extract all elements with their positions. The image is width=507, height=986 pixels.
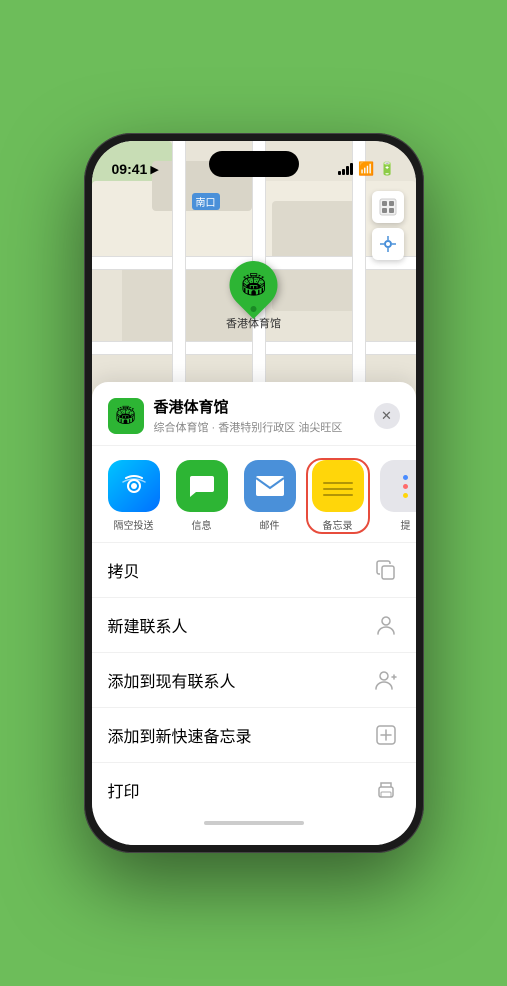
airdrop-icon bbox=[108, 460, 160, 512]
messages-icon bbox=[176, 460, 228, 512]
action-row-new-contact[interactable]: 新建联系人 bbox=[92, 598, 416, 653]
stadium-icon: 🏟 bbox=[114, 405, 137, 426]
new-contact-label: 新建联系人 bbox=[108, 613, 188, 637]
location-subtitle: 综合体育馆 · 香港特别行政区 油尖旺区 bbox=[154, 419, 374, 435]
location-arrow-icon: ▶ bbox=[150, 163, 158, 176]
add-existing-contact-icon bbox=[372, 666, 400, 694]
home-indicator bbox=[204, 821, 304, 825]
new-contact-icon bbox=[372, 611, 400, 639]
print-icon bbox=[372, 776, 400, 804]
dynamic-island bbox=[209, 151, 299, 177]
action-row-print[interactable]: 打印 bbox=[92, 763, 416, 817]
more-label: 提 bbox=[401, 517, 411, 532]
add-note-icon bbox=[372, 721, 400, 749]
mail-icon bbox=[244, 460, 296, 512]
copy-label: 拷贝 bbox=[108, 558, 140, 582]
location-name: 香港体育馆 bbox=[154, 396, 374, 417]
map-location-button[interactable] bbox=[372, 228, 404, 260]
phone-frame: 09:41 ▶ 📶 🔋 bbox=[84, 133, 424, 853]
share-item-more[interactable]: 提 bbox=[376, 460, 416, 532]
notes-icon bbox=[312, 460, 364, 512]
airdrop-label: 隔空投送 bbox=[114, 517, 154, 532]
share-item-mail[interactable]: 邮件 bbox=[240, 460, 300, 532]
more-icon bbox=[380, 460, 416, 512]
close-button[interactable]: ✕ bbox=[374, 403, 400, 429]
mail-label: 邮件 bbox=[260, 517, 280, 532]
signal-bars-icon bbox=[338, 163, 353, 175]
map-south-entrance-label: 南口 bbox=[192, 193, 220, 210]
share-item-notes[interactable]: 备忘录 bbox=[308, 460, 368, 532]
messages-label: 信息 bbox=[192, 517, 212, 532]
add-note-label: 添加到新快速备忘录 bbox=[108, 723, 252, 747]
map-controls bbox=[372, 191, 404, 260]
location-pin: 🏟 香港体育馆 bbox=[226, 261, 281, 331]
notes-label: 备忘录 bbox=[323, 517, 353, 532]
action-row-copy[interactable]: 拷贝 bbox=[92, 543, 416, 598]
share-item-airdrop[interactable]: 隔空投送 bbox=[104, 460, 164, 532]
home-indicator-area bbox=[92, 817, 416, 825]
action-row-add-existing[interactable]: 添加到现有联系人 bbox=[92, 653, 416, 708]
action-row-add-note[interactable]: 添加到新快速备忘录 bbox=[92, 708, 416, 763]
print-label: 打印 bbox=[108, 778, 140, 802]
copy-icon bbox=[372, 556, 400, 584]
wifi-icon: 📶 bbox=[358, 161, 374, 177]
location-header: 🏟 香港体育馆 综合体育馆 · 香港特别行政区 油尖旺区 ✕ bbox=[92, 382, 416, 446]
phone-screen: 09:41 ▶ 📶 🔋 bbox=[92, 141, 416, 845]
share-row: 隔空投送 信息 bbox=[92, 446, 416, 543]
pin-stadium-icon: 🏟 bbox=[240, 272, 268, 298]
location-info: 香港体育馆 综合体育馆 · 香港特别行政区 油尖旺区 bbox=[154, 396, 374, 435]
bottom-sheet: 🏟 香港体育馆 综合体育馆 · 香港特别行政区 油尖旺区 ✕ bbox=[92, 382, 416, 845]
map-layers-button[interactable] bbox=[372, 191, 404, 223]
add-existing-label: 添加到现有联系人 bbox=[108, 668, 236, 692]
location-header-icon: 🏟 bbox=[108, 398, 144, 434]
battery-icon: 🔋 bbox=[379, 161, 395, 177]
share-item-messages[interactable]: 信息 bbox=[172, 460, 232, 532]
status-icons: 📶 🔋 bbox=[338, 161, 395, 177]
status-time: 09:41 bbox=[112, 161, 148, 177]
